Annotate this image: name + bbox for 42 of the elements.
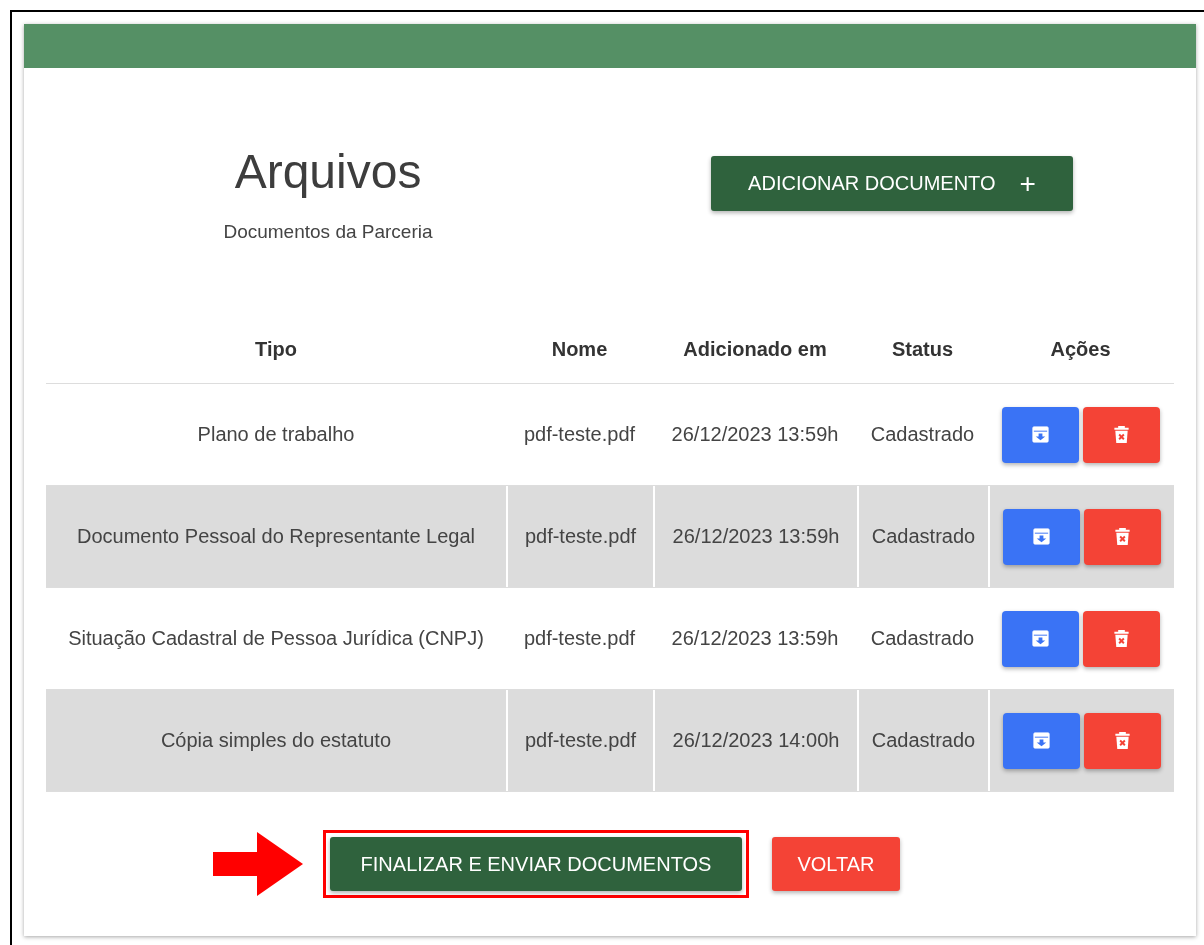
- table-cell: Cadastrado: [857, 690, 988, 791]
- column-header: Tipo: [254, 337, 298, 362]
- table-cell: 26/12/2023 13:59h: [653, 486, 857, 587]
- table-cell-text: 26/12/2023 13:59h: [670, 626, 840, 651]
- archive-download-icon: [1031, 731, 1051, 750]
- column-header: Nome: [550, 337, 609, 362]
- back-button[interactable]: VOLTAR: [772, 837, 900, 891]
- delete-button[interactable]: [1082, 406, 1160, 463]
- archive-download-icon: [1031, 527, 1051, 546]
- table-cell-text: 26/12/2023 13:59h: [670, 422, 840, 447]
- submit-button[interactable]: FINALIZAR E ENVIAR DOCUMENTOS: [330, 837, 742, 891]
- table-cell-text: Cadastrado: [869, 422, 976, 447]
- archive-download-icon: [1030, 425, 1050, 444]
- table-cell: pdf-teste.pdf: [506, 690, 653, 791]
- column-header: Adicionado em: [682, 337, 828, 362]
- table-cell-text: Documento Pessoal do Representante Legal: [75, 524, 476, 549]
- trash-icon: [1113, 527, 1131, 546]
- table-cell-text: pdf-teste.pdf: [522, 626, 637, 651]
- download-button[interactable]: [1002, 712, 1080, 769]
- table-cell-text: Situação Cadastral de Pessoa Jurídica (CNPJ): [67, 626, 485, 651]
- delete-button[interactable]: [1083, 712, 1161, 769]
- table-cell: 26/12/2023 14:00h: [653, 690, 857, 791]
- trash-icon: [1113, 731, 1131, 750]
- table-cell-text: Cópia simples do estatuto: [159, 728, 393, 753]
- archive-download-icon: [1030, 629, 1050, 648]
- column-header: Status: [890, 337, 955, 362]
- table-cell-text: Plano de trabalho: [196, 422, 356, 447]
- download-button[interactable]: [1001, 610, 1079, 667]
- trash-icon: [1112, 629, 1130, 648]
- download-button[interactable]: [1001, 406, 1079, 463]
- trash-icon: [1112, 425, 1130, 444]
- page-subtitle: Documentos da Parceria: [222, 220, 434, 243]
- table-cell-text: pdf-teste.pdf: [522, 422, 637, 447]
- add-document-button[interactable]: ADICIONAR DOCUMENTO +: [711, 156, 1073, 211]
- download-button[interactable]: [1002, 508, 1080, 565]
- delete-button[interactable]: [1082, 610, 1160, 667]
- column-header: Ações: [1049, 337, 1112, 362]
- page-title: Arquivos: [233, 146, 423, 199]
- table-cell-text: Cadastrado: [869, 626, 976, 651]
- delete-button[interactable]: [1083, 508, 1161, 565]
- table-cell: pdf-teste.pdf: [506, 486, 653, 587]
- table-cell: Cadastrado: [857, 486, 988, 587]
